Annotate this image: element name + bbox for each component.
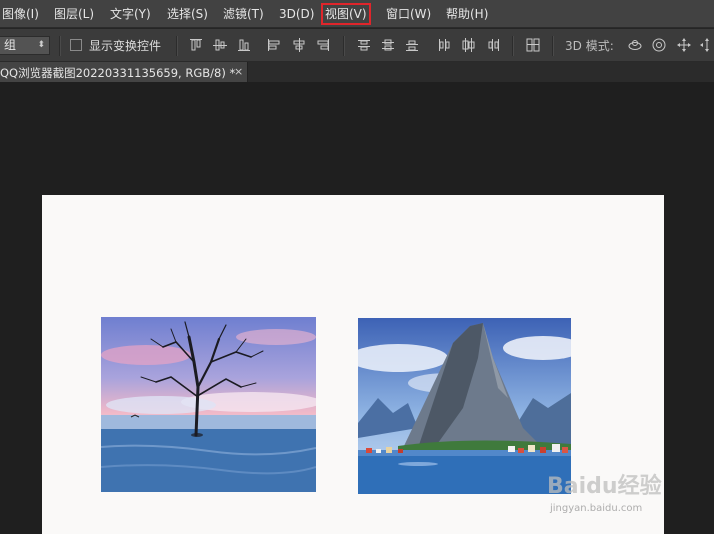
align-vertical-centers-icon[interactable]: [212, 37, 228, 53]
auto-align-layers-icon[interactable]: [525, 37, 541, 53]
align-left-edges-icon[interactable]: [266, 37, 282, 53]
show-transform-controls-checkbox[interactable]: [70, 39, 82, 51]
divider: [343, 36, 345, 56]
distribute-vcenter-icon[interactable]: [380, 37, 396, 53]
mountain-village-photo[interactable]: [358, 318, 571, 494]
divider: [59, 36, 61, 56]
roll-3d-icon[interactable]: [651, 37, 667, 53]
document-tab-title: QQ浏览器截图20220331135659, RGB/8) *: [0, 66, 236, 80]
options-bar: 组 ⬍ 显示变换控件 3D 模式:: [0, 29, 714, 62]
align-bottom-edges-icon[interactable]: [236, 37, 252, 53]
menu-type[interactable]: 文字(Y): [110, 5, 151, 23]
divider: [552, 36, 554, 56]
watermark-brand: Baidu经验: [547, 474, 662, 499]
auto-select-value: 组: [4, 38, 17, 52]
drag-3d-icon[interactable]: [676, 37, 692, 53]
updown-arrow-icon: ⬍: [37, 40, 45, 50]
menu-bar: 图像(I) 图层(L) 文字(Y) 选择(S) 滤镜(T) 3D(D) 视图(V…: [0, 0, 714, 28]
divider: [176, 36, 178, 56]
document-tab-bar: QQ浏览器截图20220331135659, RGB/8) * ×: [0, 62, 714, 82]
distribute-right-icon[interactable]: [485, 37, 501, 53]
align-top-edges-icon[interactable]: [188, 37, 204, 53]
distribute-bottom-icon[interactable]: [404, 37, 420, 53]
menu-help[interactable]: 帮助(H): [446, 5, 488, 23]
menu-layer[interactable]: 图层(L): [54, 5, 94, 23]
menu-view[interactable]: 视图(V): [321, 3, 371, 25]
menu-3d[interactable]: 3D(D): [279, 5, 314, 23]
tree-sea-photo[interactable]: [101, 317, 316, 492]
divider: [512, 36, 514, 56]
document-tab[interactable]: QQ浏览器截图20220331135659, RGB/8) * ×: [0, 62, 248, 82]
distribute-left-icon[interactable]: [436, 37, 452, 53]
rotate-3d-icon[interactable]: [627, 37, 643, 53]
show-transform-controls-label: 显示变换控件: [89, 39, 162, 53]
baidu-jingyan-watermark: Baidu经验 jingyan.baidu.com: [547, 460, 687, 520]
menu-select[interactable]: 选择(S): [167, 5, 208, 23]
distribute-hcenter-icon[interactable]: [460, 37, 476, 53]
menu-image[interactable]: 图像(I): [2, 5, 39, 23]
menu-filter[interactable]: 滤镜(T): [223, 5, 264, 23]
align-horizontal-centers-icon[interactable]: [291, 37, 307, 53]
align-right-edges-icon[interactable]: [315, 37, 331, 53]
menu-window[interactable]: 窗口(W): [386, 5, 431, 23]
watermark-url: jingyan.baidu.com: [550, 503, 643, 514]
3d-mode-label: 3D 模式:: [565, 39, 614, 53]
slide-3d-icon[interactable]: [699, 37, 714, 53]
distribute-top-icon[interactable]: [356, 37, 372, 53]
auto-select-dropdown[interactable]: 组 ⬍: [0, 36, 50, 55]
close-icon[interactable]: ×: [234, 65, 243, 78]
